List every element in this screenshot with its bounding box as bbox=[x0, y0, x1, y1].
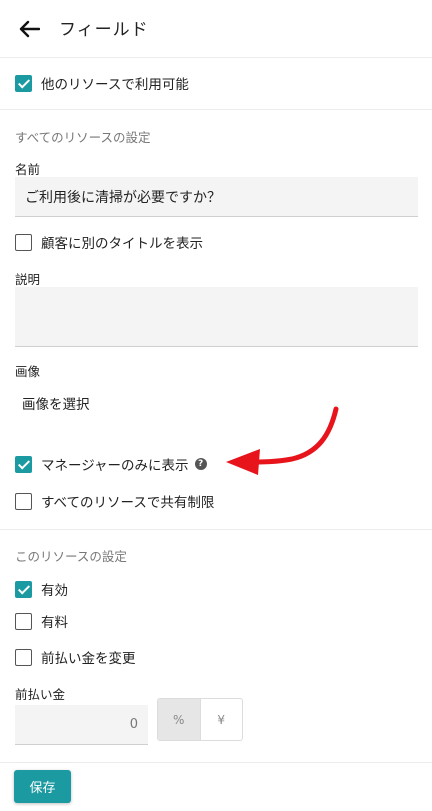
section-title-this-resource: このリソースの設定 bbox=[15, 549, 127, 564]
unit-percent-option[interactable]: % bbox=[158, 699, 201, 740]
checkbox-unchecked-icon bbox=[15, 648, 32, 666]
unit-yen-option[interactable]: ¥ bbox=[201, 699, 243, 740]
show-other-title-label: 顧客に別のタイトルを表示 bbox=[41, 236, 203, 252]
page-title: フィールド bbox=[59, 20, 149, 40]
checkbox-unchecked-icon bbox=[15, 233, 32, 251]
available-other-resources-checkbox[interactable]: 他のリソースで利用可能 bbox=[15, 72, 189, 94]
paid-label: 有料 bbox=[41, 615, 68, 631]
enabled-label: 有効 bbox=[41, 583, 68, 599]
change-prepayment-label: 前払い金を変更 bbox=[41, 651, 136, 667]
shared-limit-label: すべてのリソースで共有制限 bbox=[41, 495, 215, 511]
paid-checkbox[interactable]: 有料 bbox=[15, 610, 68, 632]
description-label: 説明 bbox=[15, 272, 41, 287]
unit-toggle: % ¥ bbox=[157, 698, 243, 741]
manager-only-label: マネージャーのみに表示 bbox=[41, 458, 189, 474]
divider bbox=[0, 109, 432, 110]
name-input[interactable] bbox=[15, 177, 418, 217]
checkbox-checked-icon bbox=[15, 580, 32, 598]
manager-only-checkbox[interactable]: マネージャーのみに表示 ? bbox=[15, 453, 207, 475]
shared-limit-checkbox[interactable]: すべてのリソースで共有制限 bbox=[15, 490, 214, 512]
checkbox-unchecked-icon bbox=[15, 492, 32, 510]
image-label: 画像 bbox=[15, 364, 41, 379]
checkbox-checked-icon bbox=[15, 455, 32, 473]
checkbox-checked-icon bbox=[15, 74, 32, 92]
annotation-arrow-icon bbox=[226, 406, 339, 475]
select-image-button[interactable]: 画像を選択 bbox=[22, 393, 90, 413]
help-icon[interactable]: ? bbox=[194, 458, 207, 470]
show-other-title-checkbox[interactable]: 顧客に別のタイトルを表示 bbox=[15, 231, 203, 253]
back-button[interactable] bbox=[14, 14, 44, 44]
divider bbox=[0, 529, 432, 530]
enabled-checkbox[interactable]: 有効 bbox=[15, 578, 68, 600]
section-title-all-resources: すべてのリソースの設定 bbox=[15, 130, 151, 145]
description-textarea[interactable] bbox=[15, 287, 418, 347]
checkbox-unchecked-icon bbox=[15, 612, 32, 630]
header: フィールド bbox=[0, 0, 432, 58]
available-other-resources-label: 他のリソースで利用可能 bbox=[41, 77, 189, 93]
divider bbox=[0, 762, 432, 763]
arrow-left-icon bbox=[19, 20, 40, 38]
prepayment-input[interactable] bbox=[15, 705, 148, 745]
name-label: 名前 bbox=[15, 162, 41, 177]
save-button[interactable]: 保存 bbox=[14, 770, 71, 803]
prepayment-label: 前払い金 bbox=[15, 687, 66, 702]
change-prepayment-checkbox[interactable]: 前払い金を変更 bbox=[15, 646, 136, 668]
